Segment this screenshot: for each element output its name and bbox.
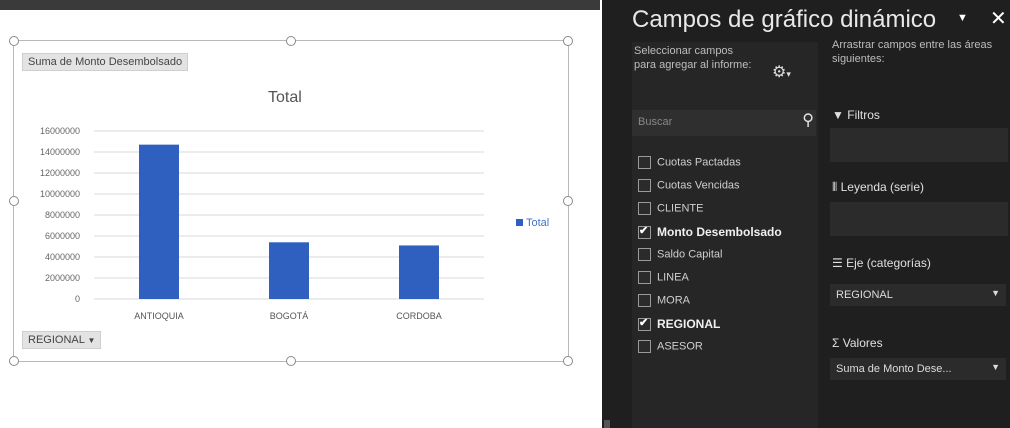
- field-label: LINEA: [657, 271, 689, 284]
- search-icon[interactable]: ⚲: [802, 110, 814, 130]
- legend-area-text: Leyenda (serie): [840, 180, 925, 194]
- axis-field-label: REGIONAL: [28, 334, 85, 346]
- values-item-label: Suma de Monto Dese...: [836, 363, 952, 375]
- values-area-label: Σ Valores: [832, 336, 883, 350]
- y-tick-label: 8000000: [45, 210, 80, 220]
- y-tick-label: 2000000: [45, 273, 80, 283]
- legend-drop-area[interactable]: [830, 202, 1008, 236]
- field-checkbox[interactable]: [638, 340, 651, 353]
- y-tick-label: 6000000: [45, 231, 80, 241]
- chevron-down-icon[interactable]: ▼: [991, 362, 1000, 372]
- field-checkbox[interactable]: [638, 156, 651, 169]
- axis-area-item-regional[interactable]: REGIONAL ▼: [830, 284, 1006, 306]
- legend-swatch: [516, 219, 523, 226]
- scrollbar[interactable]: [604, 420, 610, 428]
- field-checkbox[interactable]: [638, 271, 651, 284]
- gear-icon[interactable]: ⚙▾: [772, 62, 791, 82]
- values-area-item-sum[interactable]: Suma de Monto Dese... ▼: [830, 358, 1006, 380]
- field-label: Monto Desembolsado: [657, 225, 782, 239]
- y-tick-label: 14000000: [40, 147, 80, 157]
- chart-legend: Total: [516, 217, 549, 229]
- close-icon[interactable]: ✕: [990, 6, 1007, 31]
- legend-label: Total: [526, 217, 550, 229]
- axis-categories-icon: ☰: [832, 256, 843, 270]
- x-tick-label: CORDOBA: [396, 311, 442, 321]
- field-label: Cuotas Pactadas: [657, 156, 741, 169]
- chevron-down-icon[interactable]: ▼: [991, 288, 1000, 298]
- chevron-down-icon: ▼: [87, 336, 96, 345]
- y-tick-label: 16000000: [40, 126, 80, 136]
- filters-label: Filtros: [847, 108, 880, 122]
- filter-icon: ▼: [832, 108, 844, 122]
- field-item[interactable]: Saldo Capital: [638, 248, 722, 261]
- legend-series-icon: ⦀: [832, 180, 838, 194]
- field-item[interactable]: Monto Desembolsado: [638, 224, 782, 240]
- search-placeholder: Buscar: [638, 116, 673, 128]
- panel-title: Campos de gráfico dinámico: [632, 6, 937, 33]
- field-item[interactable]: ASESOR: [638, 340, 703, 353]
- axis-item-label: REGIONAL: [836, 289, 893, 301]
- field-label: MORA: [657, 294, 690, 307]
- panel-options-dropdown-icon[interactable]: ▼: [957, 12, 968, 24]
- field-item[interactable]: CLIENTE: [638, 202, 703, 215]
- pivot-chart[interactable]: Suma de Monto Desembolsado Total 1600000…: [9, 36, 573, 366]
- field-item[interactable]: Cuotas Vencidas: [638, 179, 740, 192]
- y-tick-label: 10000000: [40, 189, 80, 199]
- bar[interactable]: [139, 144, 179, 299]
- y-tick-label: 12000000: [40, 168, 80, 178]
- field-label: CLIENTE: [657, 202, 704, 215]
- drag-fields-hint: Arrastrar campos entre las áreas siguien…: [832, 39, 993, 65]
- y-tick-label: 4000000: [45, 252, 80, 262]
- axis-area-text: Eje (categorías): [846, 256, 931, 270]
- field-checkbox[interactable]: [638, 248, 651, 261]
- field-checkbox[interactable]: [638, 316, 651, 332]
- field-item[interactable]: MORA: [638, 294, 690, 307]
- bar-chart-plot: 16000000 14000000 12000000 10000000 8000000 6…: [40, 126, 484, 321]
- areas-column: Arrastrar campos entre las áreas siguien…: [830, 36, 1010, 428]
- filters-drop-area[interactable]: [830, 128, 1008, 162]
- field-selection-column: Seleccionar campos para agregar al infor…: [632, 42, 818, 428]
- field-item[interactable]: LINEA: [638, 271, 689, 284]
- field-checkbox[interactable]: [638, 294, 651, 307]
- field-checkbox[interactable]: [638, 224, 651, 240]
- legend-area-label: ⦀ Leyenda (serie): [832, 180, 924, 195]
- values-area-text: Valores: [842, 336, 883, 350]
- field-item[interactable]: REGIONAL: [638, 316, 721, 332]
- filters-area-label: ▼ Filtros: [832, 108, 880, 122]
- y-tick-label: 0: [75, 294, 80, 304]
- field-label: Saldo Capital: [657, 248, 723, 261]
- field-checkbox[interactable]: [638, 179, 651, 192]
- field-item[interactable]: Cuotas Pactadas: [638, 156, 741, 169]
- field-checkbox[interactable]: [638, 202, 651, 215]
- x-tick-label: BOGOTÁ: [270, 311, 309, 321]
- select-fields-hint: Seleccionar campos para agregar al infor…: [634, 45, 752, 71]
- field-label: ASESOR: [657, 340, 703, 353]
- field-label: Cuotas Vencidas: [657, 179, 740, 192]
- top-band: [0, 0, 600, 10]
- x-tick-label: ANTIOQUIA: [134, 311, 184, 321]
- pivot-field-list-panel: Campos de gráfico dinámico ▼ ✕ Seleccion…: [602, 0, 1010, 428]
- sigma-icon: Σ: [832, 336, 840, 350]
- field-label: REGIONAL: [657, 317, 721, 331]
- bar[interactable]: [269, 242, 309, 299]
- axis-field-button[interactable]: REGIONAL ▼: [22, 331, 102, 349]
- axis-area-label: ☰ Eje (categorías): [832, 256, 931, 270]
- search-field[interactable]: Buscar ⚲: [632, 110, 816, 136]
- bar[interactable]: [399, 245, 439, 299]
